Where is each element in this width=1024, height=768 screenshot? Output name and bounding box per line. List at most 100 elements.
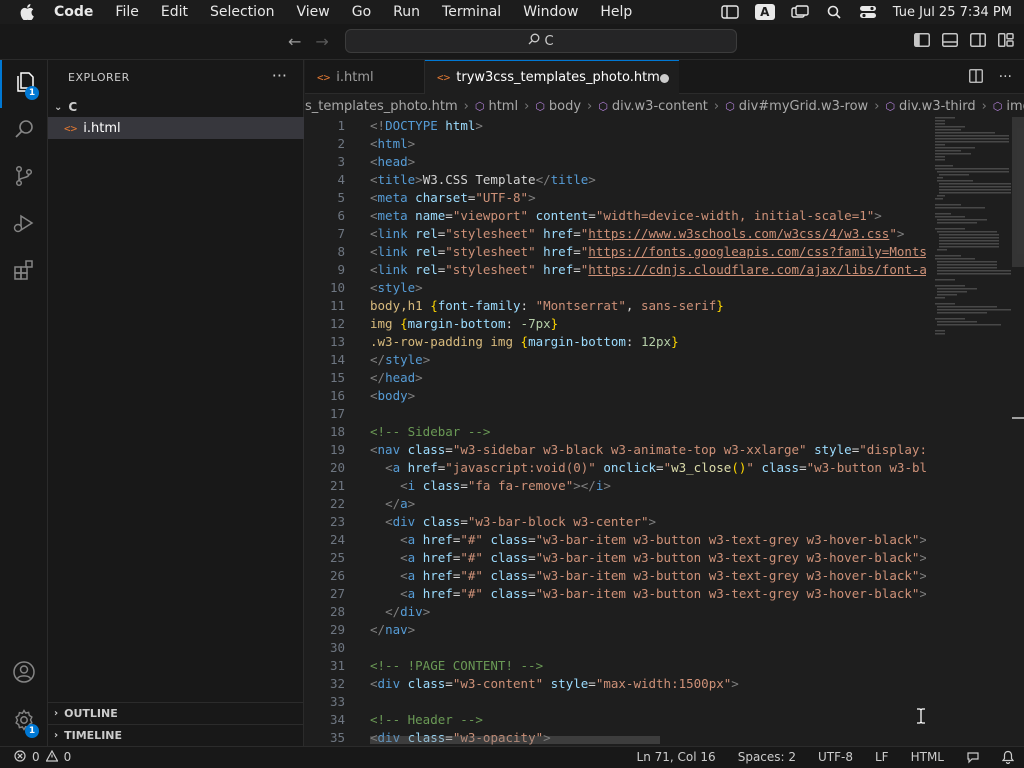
code-line[interactable]: 26 <a href="#" class="w3-bar-item w3-but… [305, 567, 926, 585]
menu-run[interactable]: Run [393, 4, 420, 20]
code-line[interactable]: 30 [305, 639, 925, 657]
unsaved-dot-icon[interactable] [660, 74, 669, 83]
toggle-primary-sidebar-icon[interactable] [914, 32, 930, 51]
code-line[interactable]: 34 <!-- Header --> [305, 711, 925, 729]
toggle-secondary-sidebar-icon[interactable] [970, 32, 986, 51]
indentation-setting[interactable]: Spaces: 2 [738, 750, 796, 767]
code-line[interactable]: 25 <a href="#" class="w3-bar-item w3-but… [305, 549, 926, 567]
extensions-activity[interactable] [0, 248, 48, 296]
code-line[interactable]: 11 body,h1 {font-family: "Montserrat", sa… [305, 297, 925, 315]
accounts-activity[interactable] [0, 650, 48, 698]
vertical-scrollbar-thumb[interactable] [1012, 117, 1024, 267]
copilot-icon[interactable] [966, 750, 980, 767]
menu-go[interactable]: Go [352, 4, 371, 20]
minimap[interactable] [933, 117, 1011, 357]
breadcrumb-img[interactable]: ⬡img [993, 99, 1024, 114]
customize-layout-icon[interactable] [998, 32, 1014, 51]
breadcrumb-body[interactable]: ⬡ body [535, 99, 581, 114]
outline-section[interactable]: › OUTLINE [48, 702, 304, 724]
source-control-activity[interactable] [0, 154, 48, 202]
back-arrow-icon[interactable]: ← [288, 32, 301, 51]
file-item-i-html[interactable]: <> i.html [48, 117, 304, 139]
code-line[interactable]: 33 [305, 693, 925, 711]
code-line[interactable]: 19 <nav class="w3-sidebar w3-black w3-ani… [305, 441, 926, 459]
code-line[interactable]: 10 <style> [305, 279, 925, 297]
code-line[interactable]: 15 </head> [305, 369, 925, 387]
line-ending-setting[interactable]: LF [875, 750, 889, 767]
code-token: "max-width:1500px" [595, 676, 732, 691]
cursor-position[interactable]: Ln 71, Col 16 [637, 750, 716, 767]
menu-terminal[interactable]: Terminal [442, 4, 501, 20]
forward-arrow-icon[interactable]: → [315, 32, 328, 51]
menu-file[interactable]: File [115, 4, 138, 20]
manage-activity[interactable]: 1 [0, 698, 48, 746]
menu-selection[interactable]: Selection [210, 4, 275, 20]
code-line[interactable]: 14 </style> [305, 351, 925, 369]
input-source-icon[interactable]: A [754, 4, 775, 20]
menu-edit[interactable]: Edit [161, 4, 188, 20]
more-actions-icon[interactable]: ··· [999, 69, 1012, 87]
menu-view[interactable]: View [297, 4, 330, 20]
code-line[interactable]: 23 <div class="w3-bar-block w3-center"> [305, 513, 925, 531]
control-center-icon[interactable] [859, 5, 877, 19]
encoding-setting[interactable]: UTF-8 [818, 750, 853, 767]
code-line[interactable]: 31 <!-- !PAGE CONTENT! --> [305, 657, 925, 675]
breadcrumb-file[interactable]: s_templates_photo.htm [305, 99, 458, 114]
code-line[interactable]: 13 .w3-row-padding img {margin-bottom: 12… [305, 333, 925, 351]
sidebar-toggle-icon[interactable] [721, 5, 739, 19]
code-line[interactable]: 3 <head> [305, 153, 925, 171]
code-token: "stylesheet" [445, 226, 536, 241]
language-mode[interactable]: HTML [911, 750, 944, 767]
code-line[interactable]: 7 <link rel="stylesheet" href="https://ww… [305, 225, 925, 243]
menubar-clock[interactable]: Tue Jul 25 7:34 PM [893, 5, 1012, 20]
code-line[interactable]: 6 <meta name="viewport" content="width=de… [305, 207, 925, 225]
menu-window[interactable]: Window [523, 4, 578, 20]
code-line[interactable]: 8 <link rel="stylesheet" href="https://fo… [305, 243, 926, 261]
toggle-panel-icon[interactable] [942, 32, 958, 51]
code-line[interactable]: 32 <div class="w3-content" style="max-wid… [305, 675, 925, 693]
code-line[interactable]: 5 <meta charset="UTF-8"> [305, 189, 925, 207]
run-debug-activity[interactable] [0, 201, 48, 249]
code-editor[interactable]: 1 <!DOCTYPE html> 2 <html> 3 <head> 4 <title>W3… [305, 117, 1024, 746]
timeline-section[interactable]: › TIMELINE [48, 724, 304, 746]
menu-app-name[interactable]: Code [54, 4, 93, 20]
breadcrumb-div-grid[interactable]: ⬡ div#myGrid.w3-row [725, 99, 868, 114]
screen-mirroring-icon[interactable] [791, 5, 809, 19]
code-line[interactable]: 1 <!DOCTYPE html> [305, 117, 925, 135]
workspace-folder[interactable]: ⌄ C [48, 96, 304, 118]
code-line[interactable]: 9 <link rel="stylesheet" href="https://cd… [305, 261, 926, 279]
search-activity[interactable] [0, 107, 48, 155]
tab-tryw3css-templates-photo[interactable]: <> tryw3css_templates_photo.htm [425, 60, 679, 94]
code-line[interactable]: 29 </nav> [305, 621, 925, 639]
breadcrumb-div-content[interactable]: ⬡ div.w3-content [598, 99, 708, 114]
code-line[interactable]: 28 </div> [305, 603, 925, 621]
spotlight-search-icon[interactable] [825, 5, 843, 19]
code-token: "#" [460, 550, 483, 565]
bell-icon[interactable] [1001, 750, 1015, 767]
code-line[interactable]: 24 <a href="#" class="w3-bar-item w3-but… [305, 531, 926, 549]
command-center-search[interactable]: C [345, 29, 737, 53]
more-actions-icon[interactable]: ··· [272, 66, 287, 85]
code-line[interactable]: 2 <html> [305, 135, 925, 153]
apple-icon[interactable] [18, 3, 36, 21]
breadcrumb-html[interactable]: ⬡ html [475, 99, 518, 114]
code-line[interactable]: 12 img {margin-bottom: -7px} [305, 315, 925, 333]
tab-i-html[interactable]: <> i.html [305, 60, 425, 94]
split-editor-icon[interactable] [968, 69, 983, 87]
line-number: 15 [329, 370, 345, 385]
menu-help[interactable]: Help [600, 4, 632, 20]
code-line[interactable]: 27 <a href="#" class="w3-bar-item w3-but… [305, 585, 926, 603]
code-line[interactable]: 22 </a> [305, 495, 925, 513]
breadcrumb-div-third[interactable]: ⬡ div.w3-third [885, 99, 975, 114]
code-line[interactable]: 18 <!-- Sidebar --> [305, 423, 925, 441]
horizontal-scrollbar-thumb[interactable] [370, 736, 660, 744]
explorer-activity[interactable]: 1 [0, 60, 48, 108]
problems-indicator[interactable]: 0 0 [14, 749, 71, 765]
code-line[interactable]: 21 <i class="fa fa-remove"></i> [305, 477, 925, 495]
code-line[interactable]: 20 <a href="javascript:void(0)" onclick=… [305, 459, 926, 477]
code-line[interactable]: 4 <title>W3.CSS Template</title> [305, 171, 925, 189]
code-line[interactable]: 16 <body> [305, 387, 925, 405]
code-token: div [400, 604, 423, 619]
code-line[interactable]: 17 [305, 405, 925, 423]
